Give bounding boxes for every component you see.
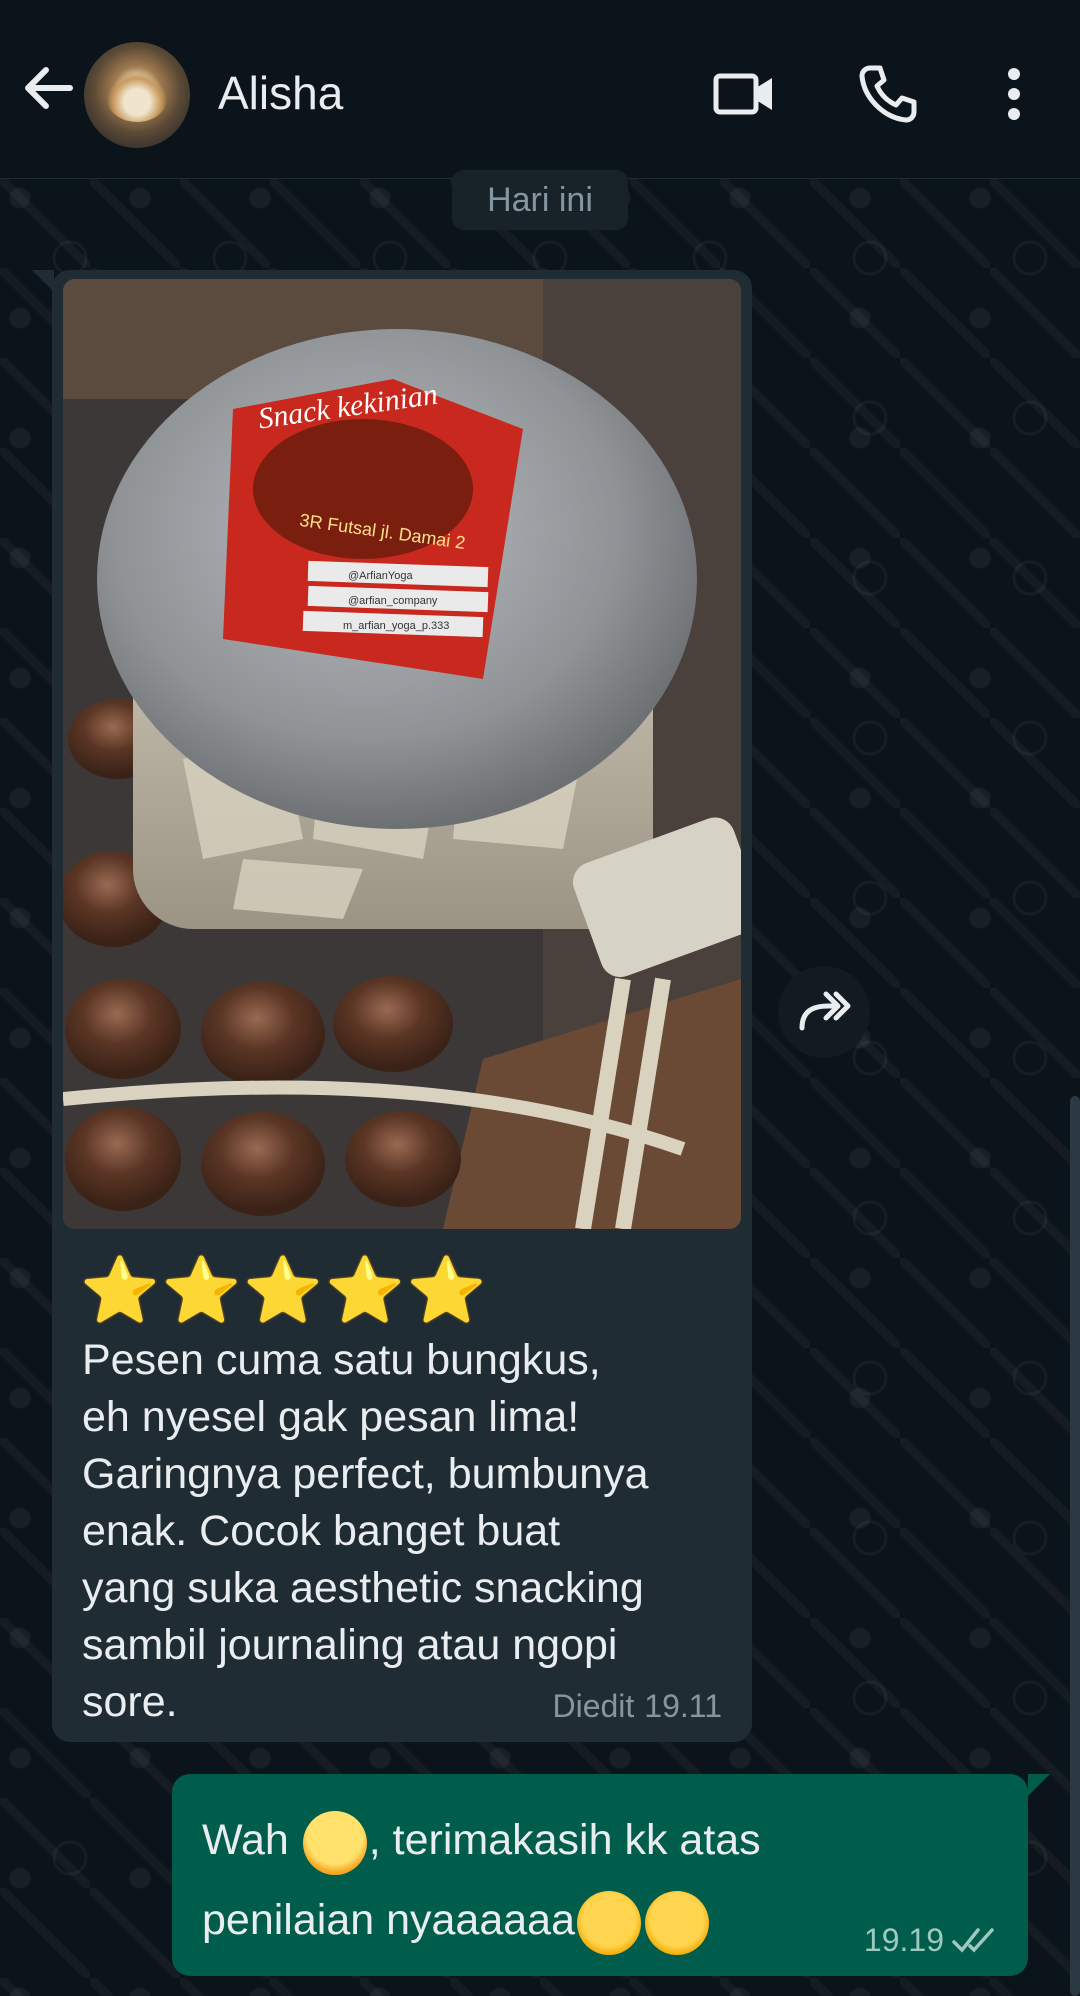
outgoing-message-meta: 19.19: [864, 1922, 1000, 1959]
label-social-3: m_arfian_yoga_p.333: [343, 620, 449, 632]
incoming-message-text: Pesen cuma satu bungkus, eh nyesel gak p…: [82, 1336, 649, 1726]
bubble-tail: [32, 270, 54, 292]
outgoing-text-part2: , terimakasih kk atas: [368, 1816, 761, 1864]
snack-jar-photo: Snack kekinian 3R Futsal jl. Damai 2 @Ar…: [63, 279, 741, 1229]
message-time: 19.11: [644, 1688, 722, 1724]
smiling-hearts-emoji-icon: [645, 1890, 709, 1955]
incoming-message-bubble[interactable]: Snack kekinian 3R Futsal jl. Damai 2 @Ar…: [32, 270, 752, 1742]
chat-header: Alisha: [0, 0, 1080, 179]
forward-button[interactable]: [778, 966, 870, 1058]
more-options-icon[interactable]: [984, 62, 1044, 126]
date-separator: Hari ini: [452, 170, 628, 230]
video-call-icon[interactable]: [712, 62, 776, 126]
star-icon: ⭐: [406, 1254, 487, 1326]
bubble-tail: [1028, 1774, 1050, 1796]
star-icon: ⭐: [325, 1254, 405, 1326]
outgoing-text-part1: Wah: [202, 1816, 301, 1864]
outgoing-message-bubble[interactable]: Wah , terimakasih kk atas penilaian nyaa…: [172, 1774, 1050, 1976]
incoming-message-meta: Diedit 19.11: [552, 1688, 722, 1725]
edited-label: Diedit: [552, 1688, 635, 1724]
rating-stars: ⭐ ⭐ ⭐ ⭐ ⭐: [80, 1252, 486, 1328]
phone-icon[interactable]: [856, 62, 920, 126]
star-eyes-emoji-icon: [302, 1810, 367, 1875]
party-face-emoji-icon: [577, 1890, 641, 1955]
star-icon: ⭐: [243, 1254, 324, 1326]
message-time: 19.19: [863, 1922, 944, 1958]
back-arrow-icon[interactable]: [18, 58, 78, 118]
star-icon: ⭐: [161, 1254, 242, 1326]
forward-icon: [799, 991, 851, 1031]
message-photo[interactable]: Snack kekinian 3R Futsal jl. Damai 2 @Ar…: [63, 279, 741, 1229]
double-check-icon: [952, 1927, 994, 1953]
contact-name[interactable]: Alisha: [218, 66, 343, 120]
star-icon: ⭐: [80, 1254, 160, 1326]
label-social-2: @arfian_company: [348, 595, 438, 607]
outgoing-text-part3: penilaian nyaaaaaa: [202, 1896, 575, 1944]
scrollbar[interactable]: [1070, 1096, 1080, 1996]
label-social-1: @ArfianYoga: [348, 570, 413, 582]
contact-avatar[interactable]: [84, 42, 190, 148]
